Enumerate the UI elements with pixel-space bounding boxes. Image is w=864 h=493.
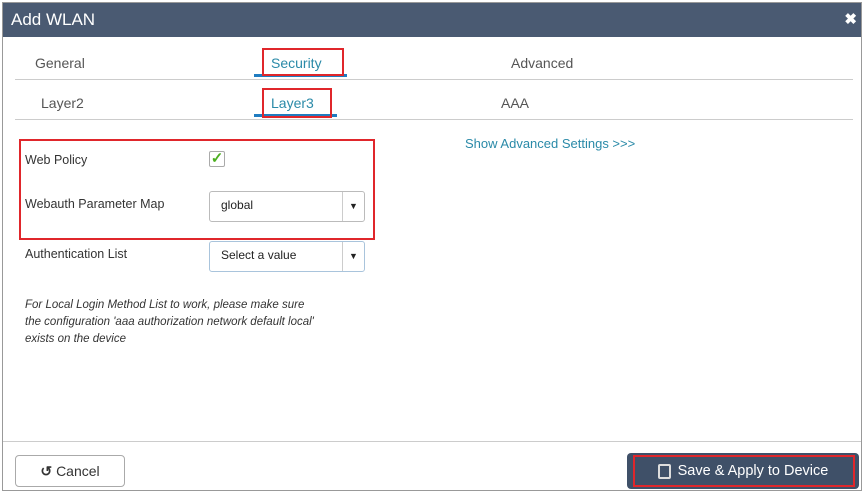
divider	[15, 119, 853, 120]
auth-list-value: Select a value	[221, 248, 297, 262]
auth-list-label: Authentication List	[25, 247, 128, 261]
subtab-layer2[interactable]: Layer2	[41, 95, 84, 111]
tab-general[interactable]: General	[35, 55, 85, 71]
undo-icon: ↺	[40, 462, 53, 479]
subtab-aaa[interactable]: AAA	[501, 95, 529, 111]
web-policy-label: Web Policy	[25, 153, 88, 167]
login-method-note: For Local Login Method List to work, ple…	[25, 299, 314, 345]
divider	[15, 79, 853, 80]
chevron-down-icon: ▼	[342, 242, 364, 271]
divider	[3, 441, 861, 442]
show-advanced-settings-link[interactable]: Show Advanced Settings >>>	[465, 136, 635, 151]
cancel-button[interactable]: ↺ Cancel	[15, 455, 125, 487]
webauth-map-label: Webauth Parameter Map	[25, 197, 165, 211]
chevron-down-icon: ▼	[342, 192, 364, 221]
dialog-title-bar: Add WLAN ✖	[3, 3, 861, 37]
cancel-label: Cancel	[56, 463, 100, 479]
tab-advanced[interactable]: Advanced	[511, 55, 573, 71]
close-icon[interactable]: ✖	[844, 3, 857, 37]
web-policy-checkbox[interactable]: ✓	[209, 151, 225, 167]
dialog-title: Add WLAN	[11, 10, 96, 29]
auth-list-select[interactable]: Select a value ▼	[209, 241, 365, 272]
highlight-box	[633, 455, 855, 487]
add-wlan-dialog: Add WLAN ✖ General Security Advanced Lay…	[2, 2, 862, 491]
highlight-box	[262, 48, 344, 76]
check-icon: ✓	[210, 150, 224, 167]
webauth-map-select[interactable]: global ▼	[209, 191, 365, 222]
webauth-map-value: global	[221, 198, 254, 212]
highlight-box	[262, 88, 332, 118]
